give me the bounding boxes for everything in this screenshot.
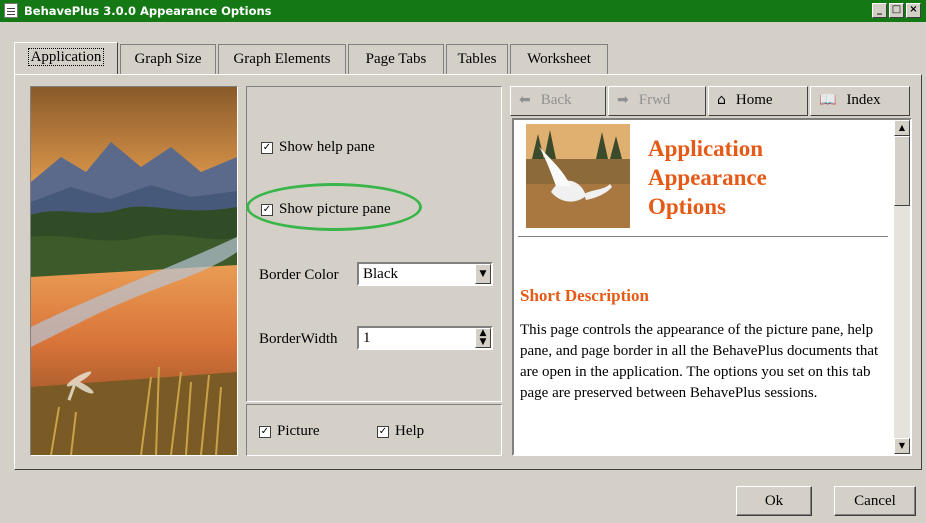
tab-graph-size[interactable]: Graph Size <box>120 44 216 74</box>
checkmark-icon: ✓ <box>261 141 273 154</box>
arrow-right-icon: ➡ <box>617 92 629 108</box>
tab-graph-elements[interactable]: Graph Elements <box>218 44 346 74</box>
maximize-button[interactable]: □ <box>889 3 904 18</box>
landscape-picture <box>31 87 237 455</box>
title-bar: BehavePlus 3.0.0 Appearance Options _ □ … <box>0 0 926 22</box>
appearance-options-group: ✓ Show help pane ✓ Show picture pane Bor… <box>246 86 502 402</box>
scroll-up-icon[interactable]: ▲ <box>894 120 910 136</box>
tab-tables[interactable]: Tables <box>446 44 508 74</box>
tab-worksheet[interactable]: Worksheet <box>510 44 608 74</box>
help-checkbox[interactable]: ✓ Help <box>377 423 424 440</box>
swan-picture <box>526 124 630 228</box>
checkmark-icon: ✓ <box>259 425 271 438</box>
picture-checkbox[interactable]: ✓ Picture <box>259 423 320 440</box>
close-button[interactable]: × <box>906 3 921 18</box>
forward-button[interactable]: ➡ Frwd <box>608 86 706 116</box>
pane-toggle-group: ✓ Picture ✓ Help <box>246 404 502 456</box>
highlight-ellipse <box>246 183 422 231</box>
border-width-spinbox[interactable]: 1 ▲ ▼ <box>357 326 493 350</box>
border-width-label: BorderWidth <box>259 331 338 347</box>
border-color-select[interactable]: Black ▼ <box>357 262 493 286</box>
tab-application[interactable]: Application <box>14 42 118 75</box>
home-button[interactable]: ⌂ Home <box>708 86 808 116</box>
scroll-thumb[interactable] <box>894 136 910 206</box>
arrow-left-icon: ⬅ <box>519 92 531 108</box>
show-help-pane-checkbox[interactable]: ✓ Show help pane <box>261 139 375 156</box>
back-button[interactable]: ⬅ Back <box>510 86 606 116</box>
book-icon: 📖 <box>819 92 837 108</box>
scroll-down-icon[interactable]: ▼ <box>894 438 910 454</box>
cut-off-heading: ▬ ▬ ▬ <box>520 448 573 456</box>
checkmark-icon: ✓ <box>377 425 389 438</box>
spinner-icon[interactable]: ▲ ▼ <box>475 328 491 348</box>
ok-button[interactable]: Ok <box>736 486 812 516</box>
divider <box>518 236 888 237</box>
picture-pane <box>30 86 238 456</box>
app-icon <box>4 3 18 18</box>
help-title: Application Appearance Options <box>648 136 767 219</box>
home-icon: ⌂ <box>717 92 726 108</box>
section-heading: Short Description <box>520 286 649 305</box>
scrollbar[interactable]: ▲ ▼ <box>894 120 910 454</box>
help-body-text: This page controls the appearance of the… <box>520 322 879 401</box>
help-pane[interactable]: Application Appearance Options Short Des… <box>512 118 912 456</box>
border-color-label: Border Color <box>259 267 339 283</box>
minimize-button[interactable]: _ <box>872 3 887 18</box>
chevron-down-icon[interactable]: ▼ <box>475 264 491 284</box>
window-title: BehavePlus 3.0.0 Appearance Options <box>24 4 272 18</box>
cancel-button[interactable]: Cancel <box>834 486 916 516</box>
help-toolbar: ⬅ Back ➡ Frwd ⌂ Home 📖 Index <box>510 86 912 116</box>
index-button[interactable]: 📖 Index <box>810 86 910 116</box>
tab-page-tabs[interactable]: Page Tabs <box>348 44 444 74</box>
